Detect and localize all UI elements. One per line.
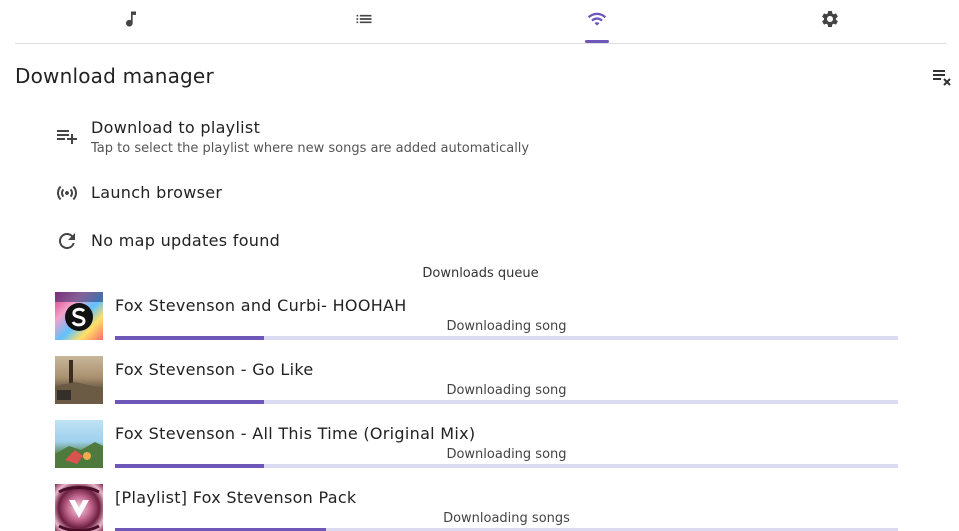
tab-music[interactable] xyxy=(101,0,161,44)
tab-settings[interactable] xyxy=(800,0,860,44)
album-art xyxy=(55,356,103,404)
progress-bar xyxy=(115,400,898,404)
tab-bar xyxy=(0,0,959,44)
queue-item[interactable]: [Playlist] Fox Stevenson Pack Downloadin… xyxy=(55,484,900,531)
music-note-icon xyxy=(126,11,136,27)
song-name: [Playlist] Fox Stevenson Pack xyxy=(115,488,357,507)
progress-bar xyxy=(115,336,898,340)
list-icon xyxy=(356,14,372,24)
album-art xyxy=(55,292,103,340)
progress-fill xyxy=(115,400,264,404)
queue-item[interactable]: Fox Stevenson and Curbi- HOOHAH Download… xyxy=(55,292,900,342)
progress-bar xyxy=(115,464,898,468)
launch-browser-label: Launch browser xyxy=(91,183,223,202)
clear-queue-button[interactable] xyxy=(928,65,954,91)
broadcast-icon xyxy=(57,185,77,201)
progress-fill xyxy=(115,336,264,340)
page-title: Download manager xyxy=(15,64,214,88)
album-art xyxy=(55,420,103,468)
download-status: Downloading song xyxy=(446,383,567,398)
song-name: Fox Stevenson - Go Like xyxy=(115,360,314,379)
tab-downloads[interactable] xyxy=(567,0,627,44)
tab-list[interactable] xyxy=(334,0,394,44)
download-status: Downloading song xyxy=(446,319,567,334)
launch-browser-item[interactable]: Launch browser xyxy=(52,181,912,207)
download-status: Downloading songs xyxy=(443,511,570,526)
map-updates-label: No map updates found xyxy=(91,231,281,250)
clear-queue-icon xyxy=(933,70,951,86)
tab-divider xyxy=(15,43,946,44)
refresh-icon xyxy=(59,233,75,249)
download-to-playlist-item[interactable]: Download to playlist Tap to select the p… xyxy=(52,118,912,162)
playlist-add-icon xyxy=(57,130,77,144)
gear-icon xyxy=(822,10,838,27)
download-to-playlist-label: Download to playlist xyxy=(91,118,261,137)
queue-item[interactable]: Fox Stevenson - Go Like Downloading song xyxy=(55,356,900,406)
album-art xyxy=(55,484,103,531)
download-status: Downloading song xyxy=(446,447,567,462)
queue-item[interactable]: Fox Stevenson - All This Time (Original … xyxy=(55,420,900,470)
map-updates-item[interactable]: No map updates found xyxy=(52,229,912,255)
song-name: Fox Stevenson and Curbi- HOOHAH xyxy=(115,296,407,315)
progress-fill xyxy=(115,464,264,468)
song-name: Fox Stevenson - All This Time (Original … xyxy=(115,424,476,443)
downloads-queue-title: Downloads queue xyxy=(422,266,539,281)
wifi-icon xyxy=(587,12,607,26)
download-to-playlist-subtitle: Tap to select the playlist where new son… xyxy=(91,141,530,156)
